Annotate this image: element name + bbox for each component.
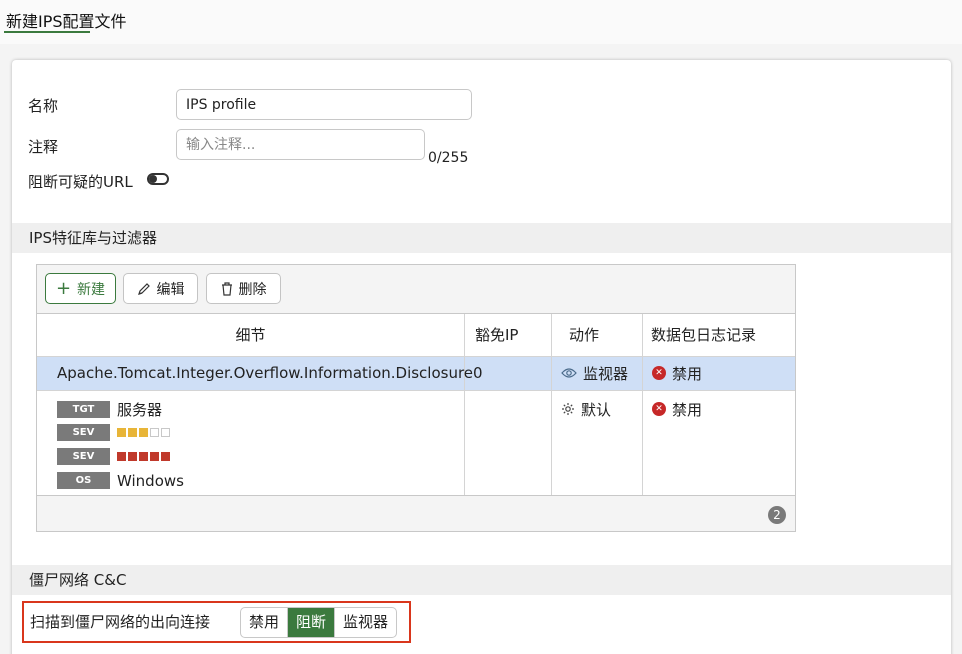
signature-table: 细节 豁免IP 动作 数据包日志记录 Apache.Tomcat.Integer… bbox=[37, 313, 795, 496]
new-button[interactable]: + 新建 bbox=[45, 273, 116, 304]
block-url-label: 阻断可疑的URL bbox=[28, 173, 133, 191]
edit-button[interactable]: 编辑 bbox=[123, 273, 198, 304]
filter-tag-severity: SEV bbox=[57, 424, 110, 441]
column-header-packet-log[interactable]: 数据包日志记录 bbox=[651, 314, 756, 356]
row-packet-log: ✕ 禁用 bbox=[652, 398, 702, 420]
severity-square bbox=[128, 452, 137, 461]
delete-button[interactable]: 删除 bbox=[206, 273, 281, 304]
botnet-section-header: 僵尸网络 C&C bbox=[12, 565, 951, 595]
botnet-scan-label: 扫描到僵尸网络的出向连接 bbox=[30, 613, 211, 631]
top-bar: 新建IPS配置文件 bbox=[0, 0, 962, 44]
delete-button-label: 删除 bbox=[238, 281, 267, 298]
comment-label: 注释 bbox=[28, 138, 59, 156]
new-button-label: 新建 bbox=[77, 281, 106, 298]
severity-medium-bar bbox=[117, 428, 170, 437]
row-action-label: 监视器 bbox=[583, 364, 629, 383]
filter-tag-os: OS bbox=[57, 472, 110, 489]
severity-square bbox=[161, 452, 170, 461]
toggle-knob bbox=[149, 175, 157, 183]
gear-icon bbox=[562, 403, 574, 415]
row-detail: Apache.Tomcat.Integer.Overflow.Informati… bbox=[57, 364, 474, 382]
severity-high-bar bbox=[117, 452, 170, 461]
page-title: 新建IPS配置文件 bbox=[6, 12, 127, 31]
severity-square bbox=[139, 452, 148, 461]
option-monitor[interactable]: 监视器 bbox=[334, 608, 396, 637]
disabled-icon: ✕ bbox=[652, 402, 666, 416]
table-footer: 2 bbox=[37, 497, 795, 531]
filter-tag-target: TGT bbox=[57, 401, 110, 418]
profile-form-card: 名称 注释 0/255 阻断可疑的URL IPS特征库与过滤器 + 新建 编辑 … bbox=[12, 60, 951, 654]
row-packet-log: ✕ 禁用 bbox=[652, 356, 702, 390]
filter-target-value: 服务器 bbox=[117, 401, 163, 419]
severity-square bbox=[150, 452, 159, 461]
edit-button-label: 编辑 bbox=[156, 281, 185, 298]
severity-square bbox=[150, 428, 159, 437]
comment-input[interactable] bbox=[176, 129, 425, 160]
pencil-icon bbox=[137, 282, 150, 295]
severity-square bbox=[161, 428, 170, 437]
name-label: 名称 bbox=[28, 97, 59, 115]
row-packet-log-label: 禁用 bbox=[672, 364, 703, 383]
name-input[interactable] bbox=[176, 89, 472, 120]
filter-os-value: Windows bbox=[117, 471, 184, 490]
severity-square bbox=[117, 428, 126, 437]
column-divider bbox=[551, 314, 552, 495]
signature-table-box: + 新建 编辑 删除 细节 豁免IP 动作 数据包日志记录 Apache.Tom… bbox=[36, 264, 796, 532]
disabled-icon: ✕ bbox=[652, 366, 666, 380]
title-underline bbox=[4, 31, 90, 33]
block-url-toggle[interactable] bbox=[147, 173, 169, 185]
row-packet-log-label: 禁用 bbox=[672, 400, 703, 419]
comment-counter: 0/255 bbox=[428, 150, 469, 166]
column-divider bbox=[464, 314, 465, 495]
severity-square bbox=[139, 428, 148, 437]
eye-icon bbox=[561, 368, 577, 378]
trash-icon bbox=[221, 281, 232, 296]
severity-square bbox=[128, 428, 137, 437]
row-exempt-ip: 0 bbox=[473, 364, 483, 382]
row-action: 监视器 bbox=[561, 356, 628, 390]
column-header-action[interactable]: 动作 bbox=[569, 314, 599, 356]
column-header-detail[interactable]: 细节 bbox=[37, 314, 464, 356]
row-action-label: 默认 bbox=[581, 400, 612, 419]
botnet-scan-row: 扫描到僵尸网络的出向连接 禁用 阻断 监视器 bbox=[22, 601, 411, 643]
column-header-exempt-ip[interactable]: 豁免IP bbox=[475, 314, 518, 356]
filter-tag-severity: SEV bbox=[57, 448, 110, 465]
column-divider bbox=[642, 314, 643, 495]
plus-icon: + bbox=[55, 277, 72, 299]
option-block[interactable]: 阻断 bbox=[287, 608, 335, 637]
severity-square bbox=[117, 452, 126, 461]
botnet-mode-selector: 禁用 阻断 监视器 bbox=[240, 607, 398, 638]
row-divider bbox=[37, 390, 795, 391]
row-count-badge: 2 bbox=[768, 506, 786, 524]
option-disable[interactable]: 禁用 bbox=[241, 608, 287, 637]
row-action: 默认 bbox=[561, 398, 611, 420]
ips-section-header: IPS特征库与过滤器 bbox=[12, 223, 951, 253]
